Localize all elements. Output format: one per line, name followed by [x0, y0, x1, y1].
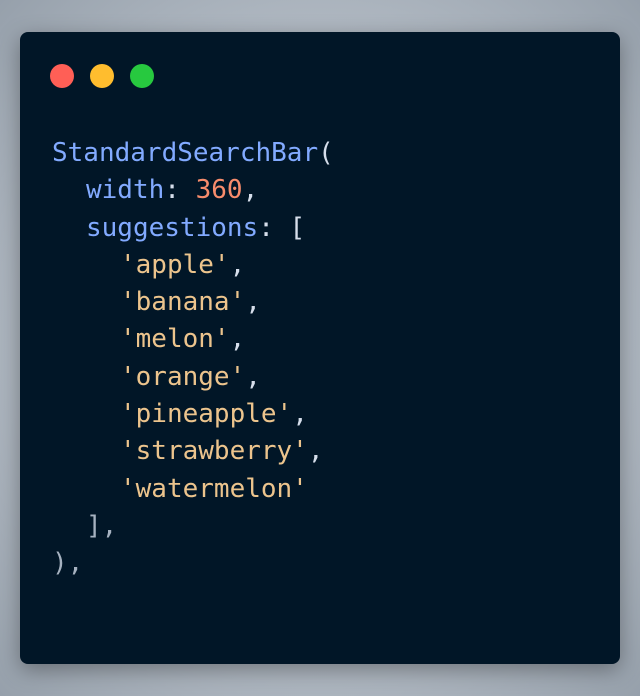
width-colon: :: [164, 175, 180, 206]
suggestion-comma: ,: [292, 399, 308, 430]
suggestion-line: 'banana',: [52, 284, 334, 321]
suggestion-string: 'orange': [120, 361, 246, 392]
suggestion-comma: ,: [307, 436, 324, 467]
code-line-2: width: 360,: [52, 172, 334, 209]
suggestion-line: 'strawberry',: [52, 433, 334, 470]
suggestions-key: suggestions: [86, 212, 259, 243]
width-value: 360: [195, 175, 243, 206]
code-window: StandardSearchBar(width: 360, suggestions…: [20, 32, 620, 664]
suggestion-comma: ,: [229, 249, 246, 280]
suggestions-colon: :: [258, 212, 274, 243]
zoom-dot-icon[interactable]: [130, 64, 154, 88]
close-paren: ),: [52, 548, 84, 579]
suggestion-comma: ,: [245, 287, 261, 318]
open-paren: (: [318, 138, 334, 168]
minimize-dot-icon[interactable]: [90, 64, 114, 88]
code-line-3: suggestions: [: [52, 210, 334, 247]
suggestion-string: 'banana': [120, 287, 246, 318]
code-line-1: StandardSearchBar(: [52, 135, 334, 172]
code-block: StandardSearchBar(width: 360, suggestions…: [52, 135, 334, 583]
suggestion-string: 'melon': [120, 324, 230, 355]
code-line-close-bracket: ],: [52, 508, 334, 545]
width-comma: ,: [242, 175, 259, 206]
suggestion-line: 'apple',: [52, 247, 334, 284]
suggestion-string: 'apple': [120, 249, 230, 280]
suggestion-line: 'pineapple',: [52, 396, 334, 433]
function-name: StandardSearchBar: [52, 138, 319, 168]
suggestion-line: 'melon',: [52, 321, 334, 358]
code-line-close-paren: ),: [52, 545, 334, 582]
suggestion-line: 'watermelon': [52, 471, 334, 508]
suggestion-line: 'orange',: [52, 359, 334, 396]
open-bracket: [: [289, 212, 306, 243]
suggestion-string: 'watermelon': [120, 473, 308, 504]
width-key: width: [86, 175, 165, 206]
suggestion-string: 'strawberry': [120, 436, 308, 467]
close-bracket: ],: [86, 510, 118, 541]
suggestion-comma: ,: [245, 361, 261, 392]
suggestion-string: 'pineapple': [120, 399, 293, 430]
suggestion-comma: ,: [229, 324, 246, 355]
window-controls: [50, 64, 154, 88]
close-dot-icon[interactable]: [50, 64, 74, 88]
